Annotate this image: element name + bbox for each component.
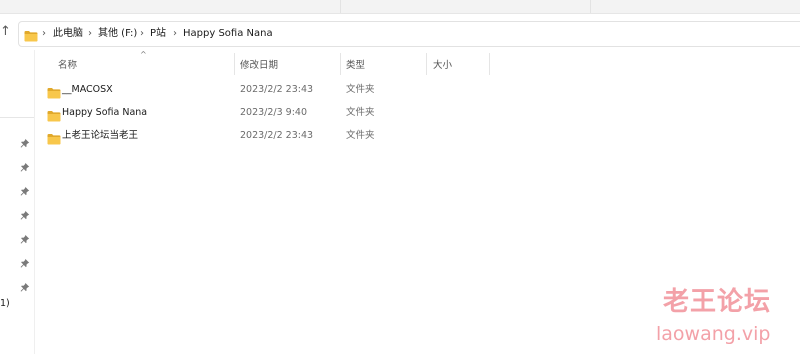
file-name: __MACOSX	[62, 84, 113, 95]
file-row[interactable]: 上老王论坛当老王 2023/2/2 23:43 文件夹	[44, 125, 494, 147]
pin-icon[interactable]	[20, 205, 30, 220]
breadcrumb-separator: ›	[88, 28, 92, 39]
folder-icon	[47, 107, 61, 126]
column-header-size[interactable]: 大小	[433, 60, 452, 72]
watermark-title: 老王论坛	[663, 287, 772, 317]
file-date: 2023/2/3 9:40	[240, 107, 308, 118]
pin-icon[interactable]	[20, 277, 30, 292]
breadcrumb-p-site[interactable]: P站	[150, 27, 166, 41]
column-divider[interactable]	[340, 53, 341, 75]
file-name: 上老王论坛当老王	[62, 130, 139, 141]
folder-icon	[47, 84, 61, 103]
file-row[interactable]: __MACOSX 2023/2/2 23:43 文件夹	[44, 79, 494, 101]
file-type: 文件夹	[346, 130, 375, 141]
breadcrumb-separator: ›	[173, 28, 177, 39]
watermark-url: laowang.vip	[656, 323, 771, 345]
file-row[interactable]: Happy Sofia Nana 2023/2/3 9:40 文件夹	[44, 102, 494, 124]
file-type: 文件夹	[346, 84, 375, 95]
breadcrumb-separator: ›	[42, 28, 46, 39]
pin-icon[interactable]	[20, 253, 30, 268]
pin-icon[interactable]	[20, 181, 30, 196]
column-header-date[interactable]: 修改日期	[240, 60, 278, 72]
address-bar[interactable]: › 此电脑 › 其他 (F:) › P站 › Happy Sofia Nana	[18, 21, 800, 47]
column-header-name[interactable]: 名称	[58, 60, 77, 72]
column-divider[interactable]	[234, 53, 235, 75]
file-date: 2023/2/2 23:43	[240, 84, 314, 95]
breadcrumb-current-folder[interactable]: Happy Sofia Nana	[183, 27, 273, 41]
title-bar-segment	[590, 0, 591, 13]
file-type: 文件夹	[346, 107, 375, 118]
sort-ascending-icon: ^	[140, 50, 147, 59]
folder-icon	[24, 27, 38, 46]
navigation-pane-border	[34, 50, 35, 354]
pin-icon[interactable]	[20, 157, 30, 172]
title-bar-segment	[340, 0, 341, 13]
file-explorer-window: ↑ › 此电脑 › 其他 (F:) › P站 › Happy Sofia Nan…	[0, 0, 800, 354]
file-date: 2023/2/2 23:43	[240, 130, 314, 141]
folder-icon	[47, 130, 61, 149]
column-divider[interactable]	[489, 53, 490, 75]
pin-icon[interactable]	[20, 229, 30, 244]
column-divider[interactable]	[426, 53, 427, 75]
up-arrow-icon[interactable]: ↑	[0, 24, 12, 40]
file-name: Happy Sofia Nana	[62, 107, 148, 118]
sidebar-drive-label[interactable]: 1)	[0, 298, 10, 310]
breadcrumb-this-pc[interactable]: 此电脑	[53, 27, 83, 41]
pin-icon[interactable]	[20, 133, 30, 148]
title-bar-strip	[0, 0, 800, 14]
breadcrumb-drive-f[interactable]: 其他 (F:)	[98, 27, 137, 41]
navigation-divider	[0, 117, 34, 118]
breadcrumb-separator: ›	[140, 28, 144, 39]
column-header-type[interactable]: 类型	[346, 60, 365, 72]
